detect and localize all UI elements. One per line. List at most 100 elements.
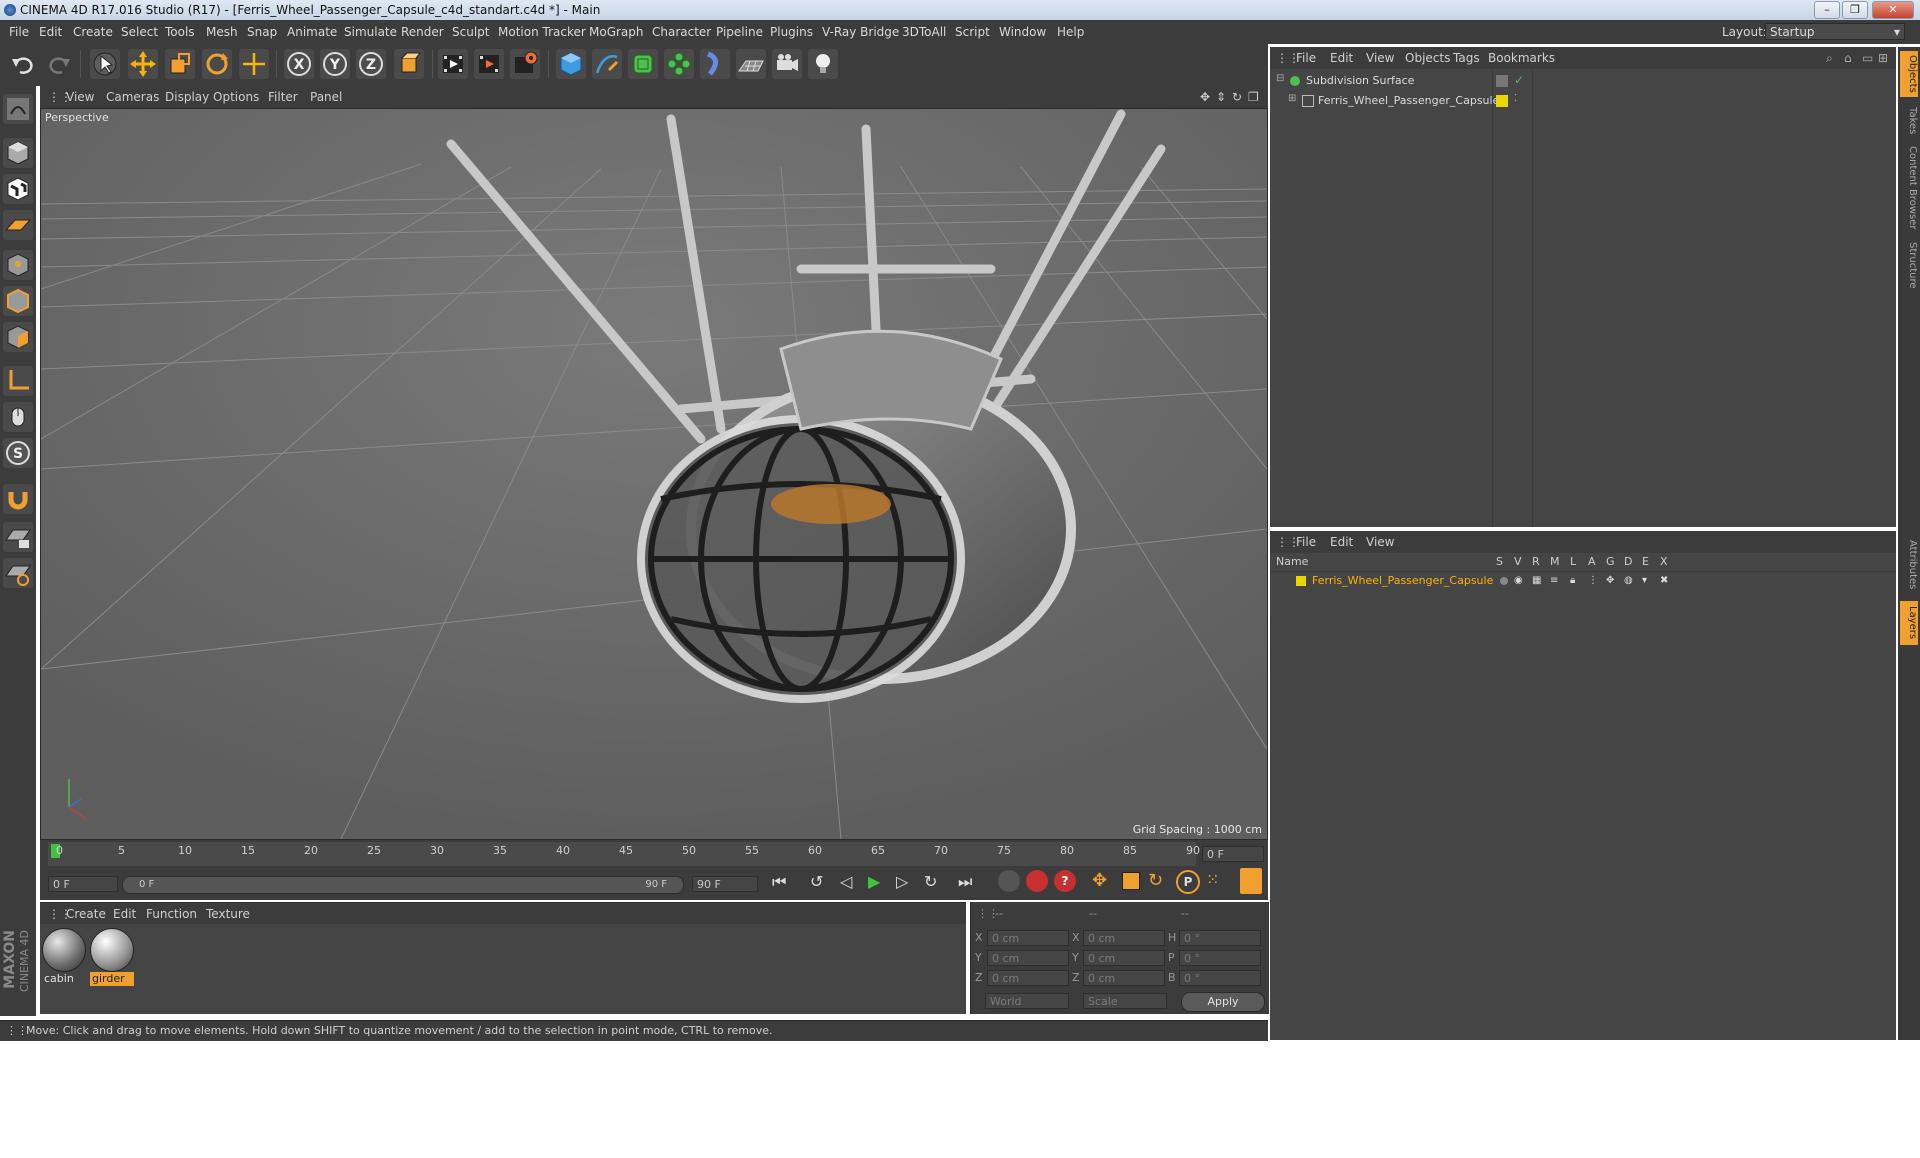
select-arrow-icon[interactable] (90, 49, 120, 79)
material-swatch-girder[interactable]: girder (90, 928, 134, 986)
viewport-menu-options[interactable]: Options (213, 86, 259, 108)
rotation-p-field[interactable]: 0 ° (1179, 950, 1261, 966)
minimize-button[interactable]: – (1814, 1, 1840, 19)
play-icon[interactable]: ▶ (868, 872, 880, 891)
viewport-maximize-icon[interactable]: ❐ (1248, 86, 1259, 108)
expand-icon[interactable]: ⊞ (1878, 47, 1888, 69)
object-menu-edit[interactable]: Edit (1330, 47, 1353, 69)
deformer-icon[interactable] (700, 49, 730, 79)
menu-edit[interactable]: Edit (39, 20, 62, 44)
solo-toggle-icon[interactable] (1500, 577, 1508, 585)
tab-attributes[interactable]: Attributes (1900, 533, 1918, 597)
z-axis-icon[interactable]: Z (356, 49, 386, 79)
object-menu-view[interactable]: View (1366, 47, 1394, 69)
enabled-check-icon[interactable]: ✓ (1514, 73, 1524, 87)
menu-tools[interactable]: Tools (165, 20, 195, 44)
animation-toggle-icon[interactable]: ⋮ (1588, 575, 1598, 586)
menu-snap[interactable]: Snap (247, 20, 277, 44)
pen-spline-icon[interactable] (592, 49, 622, 79)
search-icon[interactable]: ⌕ (1826, 47, 1833, 69)
menu-motion-tracker[interactable]: Motion Tracker (498, 20, 586, 44)
key-parameter-icon[interactable]: P (1176, 870, 1200, 894)
step-forward-icon[interactable]: ▷ (896, 872, 908, 891)
axis-mode-icon[interactable] (3, 366, 33, 396)
3d-viewport[interactable]: Perspective Grid Spacing : 1000 cm (40, 108, 1268, 840)
model-mode-icon[interactable] (3, 138, 33, 168)
floor-icon[interactable] (736, 49, 766, 79)
lock-icon[interactable]: 🔒︎ (1570, 575, 1575, 586)
key-rotation-icon[interactable]: ↻ (1148, 870, 1163, 891)
material-menu-create[interactable]: Create (66, 903, 106, 925)
timeline-ruler[interactable]: 0 5 10 15 20 25 30 35 40 45 50 55 60 65 … (48, 842, 1200, 866)
rotation-b-field[interactable]: 0 ° (1179, 970, 1261, 986)
menu-animate[interactable]: Animate (287, 20, 337, 44)
menu-pipeline[interactable]: Pipeline (716, 20, 763, 44)
close-button[interactable]: ✕ (1872, 1, 1914, 19)
manager-toggle-icon[interactable]: ≡ (1550, 575, 1558, 586)
tab-takes[interactable]: Takes (1900, 103, 1918, 139)
object-menu-objects[interactable]: Objects (1405, 47, 1450, 69)
tab-content-browser[interactable]: Content Browser (1900, 143, 1918, 233)
object-menu-file[interactable]: File (1296, 47, 1316, 69)
menu-3dtoall[interactable]: 3DToAll (902, 20, 946, 44)
size-x-field[interactable]: 0 cm (1083, 930, 1165, 946)
position-z-field[interactable]: 0 cm (987, 970, 1069, 986)
deformers-toggle-icon[interactable]: ◍ (1624, 575, 1633, 586)
layer-row[interactable]: Ferris_Wheel_Passenger_Capsule ◉ ▦ ≡ 🔒︎ … (1270, 573, 1896, 589)
subdivision-icon[interactable] (628, 49, 658, 79)
material-swatch-cabin[interactable]: cabin (42, 928, 86, 986)
position-x-field[interactable]: 0 cm (987, 930, 1069, 946)
viewport-menu-view[interactable]: View (66, 86, 94, 108)
layer-menu-file[interactable]: File (1296, 531, 1316, 553)
viewport-menu-panel[interactable]: Panel (310, 86, 342, 108)
y-axis-icon[interactable]: Y (320, 49, 350, 79)
menu-help[interactable]: Help (1057, 20, 1084, 44)
live-select-icon[interactable] (239, 49, 269, 79)
menu-select[interactable]: Select (121, 20, 158, 44)
layer-color-icon[interactable] (1296, 576, 1306, 586)
lock-workplane-icon[interactable] (3, 522, 33, 552)
undo-icon[interactable] (8, 49, 38, 79)
menu-vray-bridge[interactable]: V-Ray Bridge (822, 20, 899, 44)
viewport-move-icon[interactable]: ✥ (1200, 86, 1210, 108)
coordinate-space-dropdown[interactable]: World (985, 993, 1069, 1009)
new-window-icon[interactable]: ▭ (1862, 47, 1873, 69)
texture-mode-icon[interactable] (3, 174, 33, 204)
tab-objects[interactable]: Objects (1900, 51, 1918, 97)
key-scale-icon[interactable] (1122, 872, 1140, 890)
camera-icon[interactable] (772, 49, 802, 79)
material-menu-edit[interactable]: Edit (113, 903, 136, 925)
move-icon[interactable] (128, 49, 158, 79)
snap-icon[interactable]: S (3, 438, 33, 468)
render-toggle-icon[interactable]: ▦ (1532, 575, 1541, 586)
menu-simulate[interactable]: Simulate (344, 20, 397, 44)
object-row-ferris-wheel-capsule[interactable]: ⊞ Ferris_Wheel_Passenger_Capsule ⁚ (1270, 93, 1896, 111)
magnet-icon[interactable] (3, 484, 33, 514)
render-picture-viewer-icon[interactable] (474, 49, 504, 79)
rotation-h-field[interactable]: 0 ° (1179, 930, 1261, 946)
position-y-field[interactable]: 0 cm (987, 950, 1069, 966)
rotate-icon[interactable] (202, 49, 232, 79)
tab-structure[interactable]: Structure (1900, 237, 1918, 293)
menu-script[interactable]: Script (955, 20, 990, 44)
key-position-icon[interactable]: ✥ (1092, 870, 1107, 891)
menu-character[interactable]: Character (652, 20, 711, 44)
layer-color-icon[interactable] (1496, 95, 1508, 107)
expand-icon[interactable]: ⊞ (1288, 93, 1296, 104)
autokey-icon[interactable]: ? (1054, 870, 1076, 892)
scale-mode-dropdown[interactable]: Scale (1083, 993, 1167, 1009)
visibility-dots-icon[interactable]: ⁚ (1514, 93, 1517, 104)
collapse-icon[interactable]: ⊟ (1276, 73, 1284, 84)
workplane-icon[interactable] (3, 210, 33, 240)
frame-range-slider[interactable]: 0 F 90 F (122, 876, 684, 894)
workplane-rotate-icon[interactable] (3, 558, 33, 588)
cube-icon[interactable] (556, 49, 586, 79)
menu-plugins[interactable]: Plugins (770, 20, 813, 44)
expressions-toggle-icon[interactable]: ▾ (1642, 575, 1647, 586)
viewport-menu-cameras[interactable]: Cameras (106, 86, 159, 108)
step-back-icon[interactable]: ◁ (840, 872, 852, 891)
generators-toggle-icon[interactable]: ✥ (1606, 575, 1614, 586)
end-frame-field[interactable]: 90 F (692, 876, 758, 892)
home-icon[interactable]: ⌂ (1844, 47, 1852, 69)
maximize-button[interactable]: ❐ (1842, 1, 1868, 19)
